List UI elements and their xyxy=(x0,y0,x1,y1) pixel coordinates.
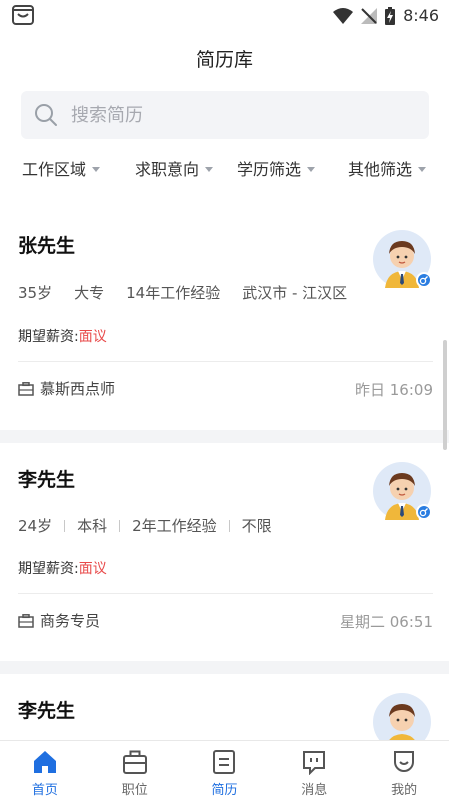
candidate-info: 24岁 本科 2年工作经验 不限 xyxy=(18,515,272,536)
candidate-location: 不限 xyxy=(241,517,272,535)
filter-bar: 工作区域 求职意向 学历筛选 其他筛选 xyxy=(0,148,449,199)
update-time: 昨日 16:09 xyxy=(355,381,433,399)
briefcase-icon xyxy=(18,381,34,396)
job-position: 慕斯西点师 xyxy=(18,378,115,399)
resume-icon xyxy=(213,750,236,774)
search-input[interactable] xyxy=(69,103,373,127)
search-icon xyxy=(35,104,57,126)
job-position: 商务专员 xyxy=(18,610,100,631)
salary-label: 期望薪资: xyxy=(18,561,79,577)
info-separator xyxy=(228,519,230,532)
job-title: 慕斯西点师 xyxy=(40,380,116,398)
card-divider xyxy=(18,361,433,362)
search-box[interactable] xyxy=(21,91,429,139)
tab-profile[interactable]: 我的 xyxy=(359,741,449,804)
wifi-icon xyxy=(333,7,354,24)
search-area xyxy=(0,82,449,148)
candidate-info: 35岁 大专 14年工作经验 武汉市 - 江汉区 xyxy=(18,282,360,303)
tab-label: 首页 xyxy=(31,783,58,798)
dropdown-arrow-icon xyxy=(92,166,101,172)
filter-other[interactable]: 其他筛选 xyxy=(348,156,427,180)
avatar xyxy=(373,230,431,288)
job-title: 商务专员 xyxy=(40,612,101,630)
tab-jobs[interactable]: 职位 xyxy=(90,741,180,804)
briefcase-icon xyxy=(18,613,34,628)
scrollbar[interactable] xyxy=(443,340,447,450)
page-header: 简历库 xyxy=(0,34,449,82)
tab-resume[interactable]: 简历 xyxy=(180,741,270,804)
candidate-name: 张先生 xyxy=(18,235,76,257)
info-separator xyxy=(64,519,66,532)
home-icon xyxy=(33,751,56,773)
candidate-name: 李先生 xyxy=(18,700,76,722)
dropdown-arrow-icon xyxy=(205,166,214,172)
avatar xyxy=(373,693,431,740)
page-title: 简历库 xyxy=(195,48,253,71)
resume-card[interactable]: 李先生 xyxy=(0,674,449,740)
candidate-age: 24岁 xyxy=(18,517,53,535)
salary-label: 期望薪资: xyxy=(18,329,79,345)
filter-education[interactable]: 学历筛选 xyxy=(237,156,316,180)
expected-salary: 期望薪资:面议 xyxy=(18,326,107,346)
filter-work-area[interactable]: 工作区域 xyxy=(22,156,101,180)
salary-value: 面议 xyxy=(78,561,107,577)
tab-label: 职位 xyxy=(121,783,148,798)
candidate-education: 本科 xyxy=(77,517,108,535)
filter-label: 学历筛选 xyxy=(237,160,302,179)
app-notification-icon xyxy=(12,5,34,25)
status-time: 8:46 xyxy=(403,6,439,25)
candidate-name: 李先生 xyxy=(18,469,76,491)
profile-icon xyxy=(394,751,415,772)
tab-label: 消息 xyxy=(301,783,328,798)
candidate-location: 武汉市 - 江汉区 xyxy=(242,284,348,302)
tab-messages[interactable]: 消息 xyxy=(269,741,359,804)
card-divider xyxy=(18,593,433,594)
salary-value: 面议 xyxy=(78,329,107,345)
candidate-experience: 14年工作经验 xyxy=(126,284,221,302)
resume-card[interactable]: 李先生 24岁 本科 2年工作经验 不限 期望薪资:面议 商务专员 星期二 06… xyxy=(0,443,449,661)
briefcase-icon xyxy=(122,750,147,774)
tab-label: 简历 xyxy=(211,783,238,798)
filter-job-intention[interactable]: 求职意向 xyxy=(135,156,214,180)
battery-charging-icon xyxy=(385,6,396,25)
dropdown-arrow-icon xyxy=(418,166,427,172)
status-bar: 8:46 xyxy=(0,0,449,34)
filter-label: 工作区域 xyxy=(22,160,87,179)
avatar xyxy=(373,462,431,520)
candidate-education: 大专 xyxy=(74,284,105,302)
dropdown-arrow-icon xyxy=(307,166,316,172)
resume-card[interactable]: 张先生 35岁 大专 14年工作经验 武汉市 - 江汉区 期望薪资:面议 慕斯西… xyxy=(0,198,449,430)
filter-label: 其他筛选 xyxy=(348,160,413,179)
info-separator xyxy=(119,519,121,532)
resume-list[interactable]: 张先生 35岁 大专 14年工作经验 武汉市 - 江汉区 期望薪资:面议 慕斯西… xyxy=(0,198,449,740)
candidate-age: 35岁 xyxy=(18,284,53,302)
candidate-experience: 2年工作经验 xyxy=(132,517,217,535)
update-time: 星期二 06:51 xyxy=(340,613,433,631)
tab-home[interactable]: 首页 xyxy=(0,741,90,804)
expected-salary: 期望薪资:面议 xyxy=(18,558,107,578)
bottom-tab-bar: 首页 职位 简历 消息 我的 xyxy=(0,740,449,804)
filter-label: 求职意向 xyxy=(135,160,200,179)
tab-label: 我的 xyxy=(391,783,418,798)
signal-off-icon xyxy=(361,7,378,24)
message-icon xyxy=(303,751,326,775)
